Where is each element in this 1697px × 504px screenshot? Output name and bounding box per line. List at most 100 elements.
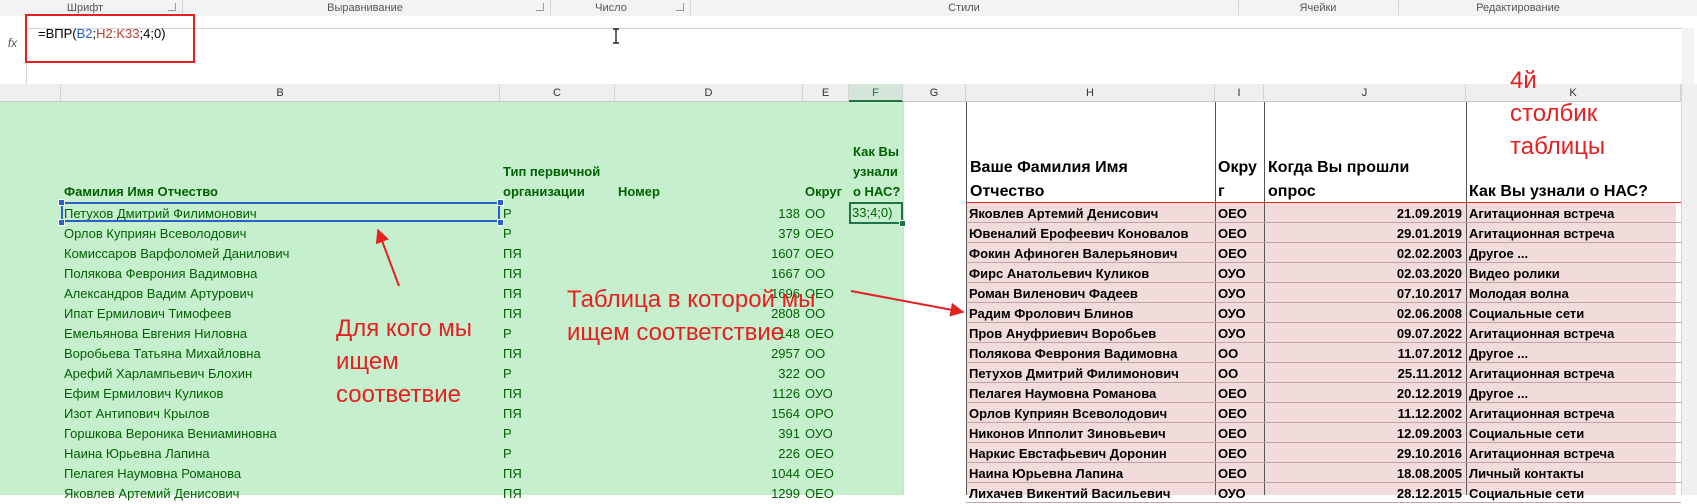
left-row-okrug[interactable]: ОУО — [805, 424, 833, 444]
left-row-okrug[interactable]: ОО — [805, 204, 825, 224]
ribbon-group-cells[interactable]: Ячейки — [1238, 1, 1398, 15]
right-row-date[interactable]: 07.10.2017 — [1268, 284, 1462, 304]
right-row-fio[interactable]: Пров Ануфриевич Воробьев — [969, 324, 1156, 344]
right-row-okrug[interactable]: ОУО — [1218, 264, 1246, 284]
right-row-date[interactable]: 29.10.2016 — [1268, 444, 1462, 464]
left-row-number[interactable]: 391 — [690, 424, 800, 444]
right-row-fio[interactable]: Роман Виленович Фадеев — [969, 284, 1138, 304]
right-row-date[interactable]: 21.09.2019 — [1268, 204, 1462, 224]
right-row-okrug[interactable]: ОЕО — [1218, 204, 1247, 224]
left-row-type[interactable]: ПЯ — [503, 484, 522, 504]
right-row-okrug[interactable]: ОУО — [1218, 324, 1246, 344]
left-row-fio[interactable]: Яковлев Артемий Денисович — [64, 484, 239, 504]
right-row-how[interactable]: Агитационная встреча — [1469, 404, 1614, 424]
right-row-date[interactable]: 02.02.2003 — [1268, 244, 1462, 264]
selection-handle[interactable] — [497, 199, 504, 206]
right-row-date[interactable]: 11.12.2002 — [1268, 404, 1462, 424]
font-dialog-launcher-icon[interactable] — [168, 3, 176, 11]
column-header-h[interactable]: H — [966, 84, 1215, 102]
right-row-fio[interactable]: Петухов Дмитрий Филимонович — [969, 364, 1179, 384]
left-row-number[interactable]: 1607 — [690, 244, 800, 264]
right-row-date[interactable]: 12.09.2003 — [1268, 424, 1462, 444]
right-row-fio[interactable]: Пелагея Наумовна Романова — [969, 384, 1156, 404]
selection-handle[interactable] — [58, 219, 65, 226]
column-header-j[interactable]: J — [1264, 84, 1466, 102]
column-header-d[interactable]: D — [615, 84, 803, 102]
left-row-fio[interactable]: Александров Вадим Артурович — [64, 284, 254, 304]
right-row-date[interactable]: 02.03.2020 — [1268, 264, 1462, 284]
right-row-okrug[interactable]: ОЕО — [1218, 424, 1247, 444]
right-row-fio[interactable]: Орлов Куприян Всеволодович — [969, 404, 1167, 424]
ribbon-group-font[interactable]: Шрифт — [0, 1, 170, 15]
column-header-i[interactable]: I — [1215, 84, 1264, 102]
right-row-date[interactable]: 02.06.2008 — [1268, 304, 1462, 324]
right-row-date[interactable]: 09.07.2022 — [1268, 324, 1462, 344]
right-row-fio[interactable]: Лихачев Викентий Васильевич — [969, 484, 1170, 504]
right-row-how[interactable]: Другое ... — [1469, 244, 1528, 264]
left-row-type[interactable]: Р — [503, 364, 512, 384]
right-row-how[interactable]: Молодая волна — [1469, 284, 1569, 304]
right-row-fio[interactable]: Никонов Ипполит Зиновьевич — [969, 424, 1166, 444]
column-header-a[interactable] — [0, 84, 61, 102]
ribbon-group-alignment[interactable]: Выравнивание — [190, 1, 540, 15]
left-row-okrug[interactable]: ОЕО — [805, 464, 834, 484]
right-row-okrug[interactable]: ОЕО — [1218, 404, 1247, 424]
right-row-how[interactable]: Агитационная встреча — [1469, 324, 1614, 344]
right-row-okrug[interactable]: ОЕО — [1218, 384, 1247, 404]
ribbon-group-styles[interactable]: Стили — [690, 1, 1238, 15]
ribbon-group-number[interactable]: Число — [556, 1, 666, 15]
column-header-e[interactable]: E — [803, 84, 849, 102]
left-row-fio[interactable]: Ефим Ермилович Куликов — [64, 384, 223, 404]
right-row-okrug[interactable]: ОУО — [1218, 284, 1246, 304]
right-row-how[interactable]: Агитационная встреча — [1469, 204, 1614, 224]
left-row-number[interactable]: 138 — [690, 204, 800, 224]
left-row-type[interactable]: Р — [503, 324, 512, 344]
left-row-type[interactable]: ПЯ — [503, 464, 522, 484]
left-row-okrug[interactable]: ОО — [805, 364, 825, 384]
column-header-g[interactable]: G — [903, 84, 966, 102]
column-header-b[interactable]: B — [61, 84, 500, 102]
vertical-scrollbar[interactable] — [1681, 84, 1697, 495]
right-row-fio[interactable]: Наркис Евстафьевич Доронин — [969, 444, 1167, 464]
right-row-how[interactable]: Другое ... — [1469, 384, 1528, 404]
right-row-okrug[interactable]: ОЕО — [1218, 444, 1247, 464]
right-row-fio[interactable]: Наина Юрьевна Лапина — [969, 464, 1123, 484]
right-row-how[interactable]: Личный контакты — [1469, 464, 1584, 484]
left-row-type[interactable]: ПЯ — [503, 264, 522, 284]
left-row-number[interactable]: 379 — [690, 224, 800, 244]
right-row-how[interactable]: Социальные сети — [1469, 304, 1584, 324]
right-row-date[interactable]: 29.01.2019 — [1268, 224, 1462, 244]
left-row-fio[interactable]: Полякова Феврония Вадимовна — [64, 264, 257, 284]
left-row-fio[interactable]: Ипат Ермилович Тимофеев — [64, 304, 231, 324]
right-row-fio[interactable]: Радим Фролович Блинов — [969, 304, 1133, 324]
left-row-type[interactable]: ПЯ — [503, 384, 522, 404]
right-row-date[interactable]: 28.12.2015 — [1268, 484, 1462, 504]
left-row-fio[interactable]: Пелагея Наумовна Романова — [64, 464, 241, 484]
left-row-fio[interactable]: Изот Антипович Крылов — [64, 404, 210, 424]
left-row-fio[interactable]: Орлов Куприян Всеволодович — [64, 224, 246, 244]
left-row-number[interactable]: 1126 — [690, 384, 800, 404]
left-row-number[interactable]: 322 — [690, 364, 800, 384]
right-row-date[interactable]: 11.07.2012 — [1268, 344, 1462, 364]
left-row-type[interactable]: ПЯ — [503, 284, 522, 304]
column-header-c[interactable]: C — [500, 84, 615, 102]
left-row-number[interactable]: 1564 — [690, 404, 800, 424]
left-row-okrug[interactable]: ОРО — [805, 404, 834, 424]
left-row-okrug[interactable]: ОЕО — [805, 224, 834, 244]
right-row-date[interactable]: 25.11.2012 — [1268, 364, 1462, 384]
right-row-fio[interactable]: Ювеналий Ерофеевич Коновалов — [969, 224, 1189, 244]
left-row-number[interactable]: 1044 — [690, 464, 800, 484]
right-row-okrug[interactable]: ОЕО — [1218, 464, 1247, 484]
selection-handle[interactable] — [497, 219, 504, 226]
right-row-okrug[interactable]: ОО — [1218, 364, 1238, 384]
left-row-number[interactable]: 226 — [690, 444, 800, 464]
formula-bar-scroll[interactable] — [1682, 28, 1694, 86]
left-row-type[interactable]: Р — [503, 224, 512, 244]
left-row-type[interactable]: Р — [503, 444, 512, 464]
left-row-type[interactable]: ПЯ — [503, 304, 522, 324]
left-row-type[interactable]: ПЯ — [503, 244, 522, 264]
right-row-date[interactable]: 18.08.2005 — [1268, 464, 1462, 484]
right-row-fio[interactable]: Фокин Афиноген Валерьянович — [969, 244, 1177, 264]
left-row-fio[interactable]: Комиссаров Варфоломей Данилович — [64, 244, 289, 264]
number-dialog-launcher-icon[interactable] — [676, 3, 684, 11]
